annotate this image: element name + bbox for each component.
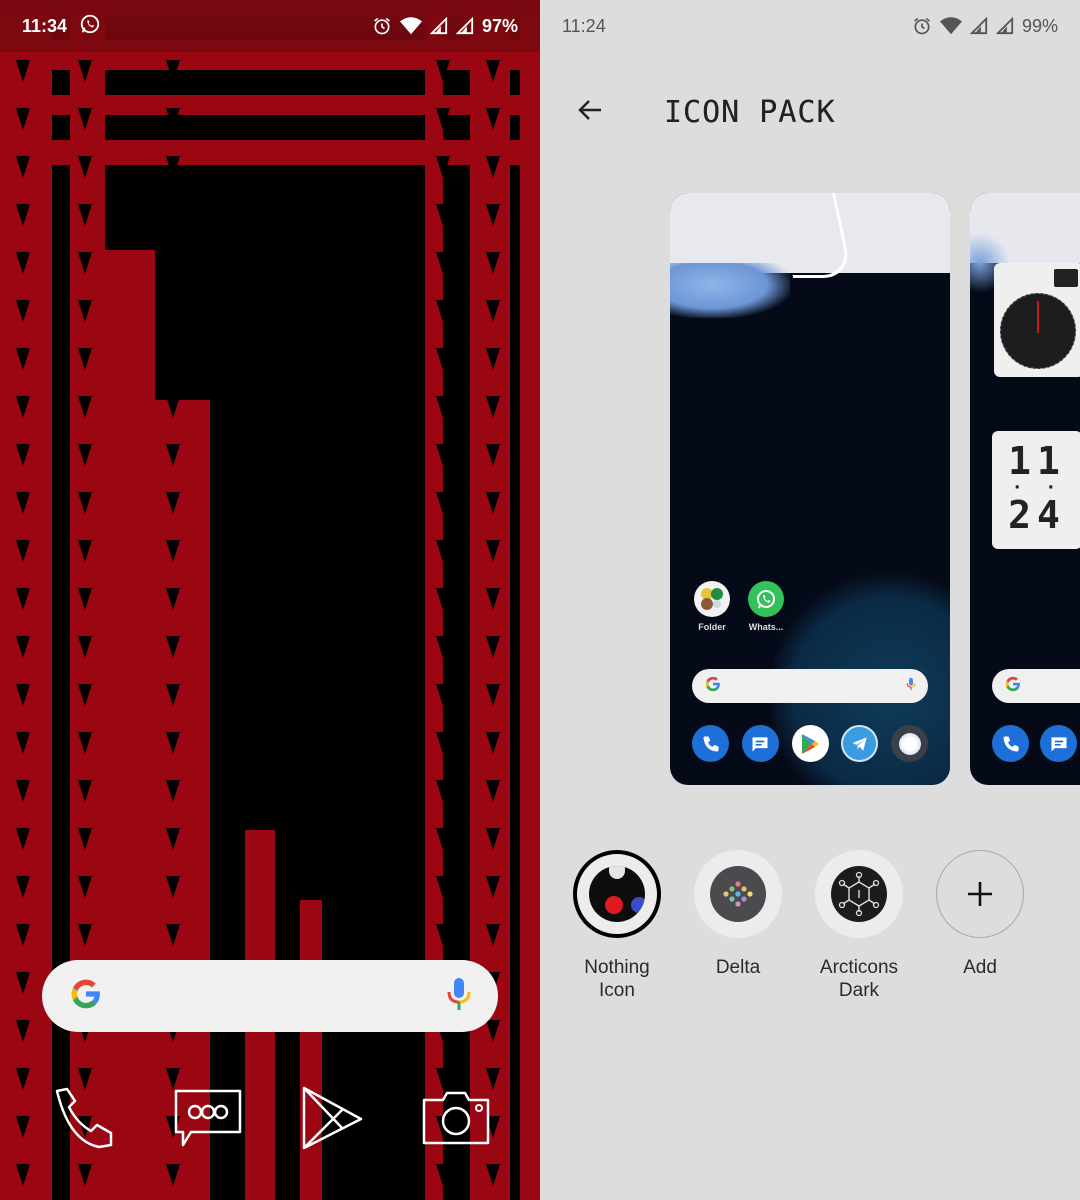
add-icon-pack-button[interactable]: Add: [920, 850, 1040, 979]
nothing-icon: [589, 866, 645, 922]
signal-icon: [455, 17, 474, 35]
phone-icon: [51, 1085, 117, 1156]
preview-search-bar: [992, 669, 1080, 703]
phone-icon: [692, 725, 729, 762]
delta-icon: [710, 866, 766, 922]
arcticons-icon: [831, 866, 887, 922]
wallpaper-notch: [166, 204, 180, 226]
dock-app-play-store[interactable]: [296, 1084, 368, 1156]
preview-dock: [692, 725, 928, 762]
camera-icon: [421, 1090, 491, 1151]
signal-icon: [995, 17, 1014, 35]
status-time: 11:24: [562, 15, 606, 36]
status-bar: 11:24 99%: [540, 0, 1080, 52]
play-store-icon: [301, 1085, 363, 1156]
clock-hand: [1037, 301, 1039, 333]
dock-app-phone[interactable]: [48, 1084, 120, 1156]
folder-icon: [694, 581, 730, 617]
status-time: 11:34: [22, 15, 68, 36]
analog-clock-widget: [994, 263, 1080, 377]
google-g-icon: [704, 675, 722, 698]
home-screen: 11:34 97%: [0, 0, 540, 1200]
page-title: ICON PACK: [664, 94, 836, 130]
status-bar: 11:34 97%: [0, 0, 540, 52]
google-g-icon: [1004, 675, 1022, 698]
wifi-icon: [939, 16, 962, 36]
alarm-icon: [372, 16, 392, 36]
icon-pack-nothing[interactable]: Nothing Icon: [557, 850, 677, 1002]
clock-minutes: 24: [1008, 493, 1066, 537]
whatsapp-icon: [748, 581, 784, 617]
icon-pack-name: Arcticons Dark: [819, 957, 899, 1001]
digital-clock-widget: 11 · · 24: [992, 431, 1080, 549]
signal-icon: [429, 17, 448, 35]
battery-level: 97%: [481, 15, 518, 36]
wallpaper-band: [520, 0, 540, 1200]
back-button[interactable]: [566, 88, 614, 136]
whatsapp-icon: [79, 13, 101, 40]
dock-app-messages[interactable]: [172, 1084, 244, 1156]
icon-pack-settings-screen: 11:24 99% ICON PACK Folder Whats... 11 ·…: [540, 0, 1080, 1200]
message-icon: [173, 1088, 243, 1153]
preview-wallpaper-shape: [670, 263, 790, 318]
pack-ring: [694, 850, 782, 938]
selected-ring: [573, 850, 661, 938]
wallpaper-notch: [166, 252, 180, 274]
wallpaper-notch: [166, 60, 180, 82]
icon-pack-delta[interactable]: Delta: [678, 850, 798, 979]
wallpaper-notch: [166, 156, 180, 178]
toolbar: ICON PACK: [540, 80, 1080, 144]
home-preview-card-secondary[interactable]: 11 · · 24: [970, 193, 1080, 785]
icon-pack-arcticons-dark[interactable]: Arcticons Dark: [799, 850, 919, 1002]
messages-icon: [741, 725, 779, 762]
circle-icon: [891, 725, 928, 762]
preview-app-label: Folder: [698, 622, 726, 632]
messages-icon: [1040, 725, 1077, 762]
microphone-icon: [906, 676, 916, 697]
wallpaper-band: [105, 250, 155, 1200]
play-store-icon: [791, 725, 829, 762]
wifi-icon: [399, 16, 422, 36]
preview-app-label: Whats...: [748, 622, 784, 632]
icon-pack-name: Add: [963, 957, 997, 978]
icon-pack-name: Nothing Icon: [584, 957, 650, 1001]
pack-ring: [815, 850, 903, 938]
icon-pack-name: Delta: [715, 957, 761, 978]
preview-app-whatsapp: Whats...: [746, 581, 786, 632]
phone-icon: [992, 725, 1029, 762]
home-preview-card[interactable]: Folder Whats...: [670, 193, 950, 785]
clock-hours: 11: [1008, 439, 1066, 483]
microphone-icon[interactable]: [446, 976, 472, 1017]
wallpaper-notch: [166, 108, 180, 130]
wallpaper-notch: [166, 300, 180, 322]
preview-search-bar: [692, 669, 928, 703]
widget-indicator: [1054, 269, 1078, 287]
signal-icon: [969, 17, 988, 35]
preview-dock: [992, 725, 1080, 762]
alarm-icon: [912, 16, 932, 36]
preview-app-folder: Folder: [692, 581, 732, 632]
google-g-icon: [68, 976, 104, 1017]
battery-level: 99%: [1021, 15, 1058, 36]
arrow-left-icon: [577, 98, 603, 127]
dock: [30, 1075, 510, 1165]
dock-app-camera[interactable]: [420, 1084, 492, 1156]
wallpaper-notch: [166, 348, 180, 370]
pack-ring: [936, 850, 1024, 938]
google-search-bar[interactable]: [42, 960, 498, 1032]
plus-icon: [968, 882, 992, 906]
telegram-icon: [841, 725, 879, 762]
